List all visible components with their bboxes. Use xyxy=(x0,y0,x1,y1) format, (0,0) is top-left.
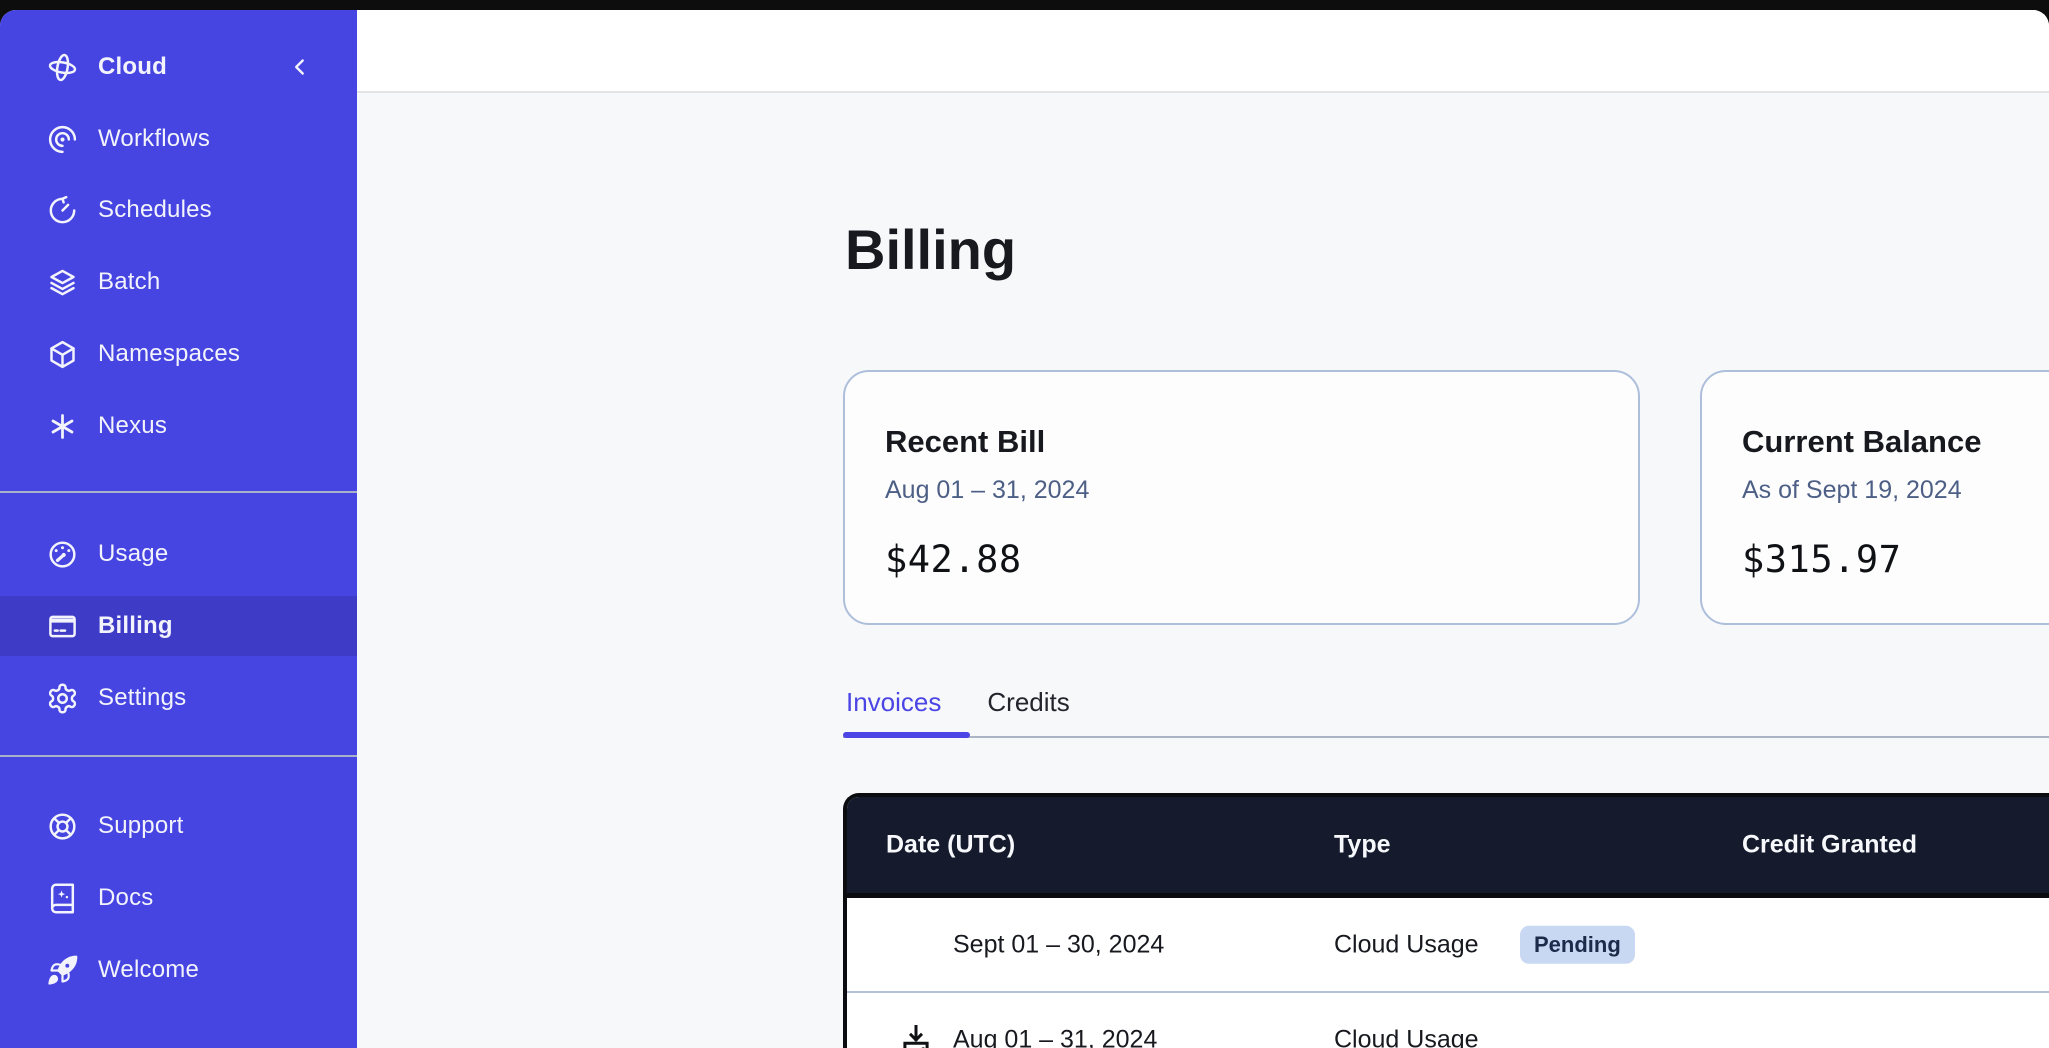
sidebar-item-welcome[interactable]: Welcome xyxy=(0,940,357,1000)
content-area: Billing Recent Bill Aug 01 – 31, 2024 $4… xyxy=(357,10,2049,1048)
book-sparkle-icon xyxy=(46,882,79,915)
layers-icon xyxy=(46,266,79,299)
gear-icon xyxy=(46,682,79,715)
temporal-orbit-icon xyxy=(46,51,79,84)
sidebar-item-label: Usage xyxy=(98,540,168,568)
sidebar-divider xyxy=(0,491,357,493)
column-header-credit: Credit Granted xyxy=(1742,831,1917,860)
invoices-table: Date (UTC) Type Credit Granted Sept 01 –… xyxy=(843,793,2049,1048)
sidebar-item-usage[interactable]: Usage xyxy=(0,524,357,584)
type-cell: Cloud Usage xyxy=(1334,1025,1479,1048)
type-cell: Cloud Usage xyxy=(1334,930,1479,959)
sidebar-item-label: Docs xyxy=(98,884,153,912)
tab-invoices[interactable]: Invoices xyxy=(846,688,941,717)
sidebar-item-label: Billing xyxy=(98,612,173,640)
card-amount: $315.97 xyxy=(1742,538,2049,581)
card-title: Current Balance xyxy=(1742,424,2049,460)
sidebar-item-label: Welcome xyxy=(98,956,199,984)
cube-icon xyxy=(46,338,79,371)
gauge-icon xyxy=(46,538,79,571)
table-header-row: Date (UTC) Type Credit Granted xyxy=(847,797,2049,898)
card-amount: $42.88 xyxy=(885,538,1598,581)
rocket-icon xyxy=(46,954,79,987)
chevron-left-icon xyxy=(287,54,313,80)
sidebar: Cloud Workflows xyxy=(0,10,357,1048)
card-subtitle: Aug 01 – 31, 2024 xyxy=(885,476,1598,505)
main-panel: Billing Recent Bill Aug 01 – 31, 2024 $4… xyxy=(357,93,2049,1048)
sidebar-item-docs[interactable]: Docs xyxy=(0,868,357,928)
recent-bill-card: Recent Bill Aug 01 – 31, 2024 $42.88 xyxy=(843,370,1640,625)
sidebar-item-settings[interactable]: Settings xyxy=(0,668,357,728)
billing-card-icon xyxy=(46,610,79,643)
sidebar-header-cloud[interactable]: Cloud xyxy=(0,37,357,97)
page-title: Billing xyxy=(845,221,1016,280)
sidebar-item-label: Settings xyxy=(98,684,186,712)
asterisk-icon xyxy=(46,410,79,443)
sidebar-collapse-button[interactable] xyxy=(283,50,317,84)
sidebar-item-label: Namespaces xyxy=(98,340,240,368)
workflows-spiral-icon xyxy=(46,123,79,156)
sidebar-item-support[interactable]: Support xyxy=(0,796,357,856)
table-row: Aug 01 – 31, 2024 Cloud Usage xyxy=(847,993,2049,1048)
tab-credits[interactable]: Credits xyxy=(987,688,1069,717)
status-badge: Pending xyxy=(1520,925,1635,963)
tabs-baseline xyxy=(843,736,2049,738)
app-window: Cloud Workflows xyxy=(0,10,2049,1048)
sidebar-item-label: Schedules xyxy=(98,196,212,224)
billing-tabs: Invoices Credits xyxy=(846,688,1070,717)
download-icon xyxy=(898,1022,934,1048)
sidebar-item-workflows[interactable]: Workflows xyxy=(0,109,357,169)
lifebuoy-icon xyxy=(46,810,79,843)
sidebar-divider xyxy=(0,755,357,757)
top-bar xyxy=(357,10,2049,93)
timer-icon xyxy=(46,194,79,227)
sidebar-item-nexus[interactable]: Nexus xyxy=(0,396,357,456)
card-subtitle: As of Sept 19, 2024 xyxy=(1742,476,2049,505)
column-header-date: Date (UTC) xyxy=(886,831,1015,860)
date-cell: Sept 01 – 30, 2024 xyxy=(953,930,1164,959)
sidebar-item-schedules[interactable]: Schedules xyxy=(0,180,357,240)
sidebar-header-label: Cloud xyxy=(98,53,167,81)
sidebar-item-batch[interactable]: Batch xyxy=(0,252,357,312)
column-header-type: Type xyxy=(1334,831,1391,860)
date-cell: Aug 01 – 31, 2024 xyxy=(953,1025,1157,1048)
sidebar-item-label: Nexus xyxy=(98,412,167,440)
active-tab-indicator xyxy=(843,732,970,738)
card-title: Recent Bill xyxy=(885,424,1598,460)
download-invoice-button[interactable] xyxy=(897,1021,935,1048)
current-balance-card: Current Balance As of Sept 19, 2024 $315… xyxy=(1700,370,2049,625)
sidebar-item-label: Batch xyxy=(98,268,160,296)
sidebar-item-billing[interactable]: Billing xyxy=(0,596,357,656)
table-row: Sept 01 – 30, 2024 Cloud Usage Pending xyxy=(847,898,2049,993)
sidebar-item-namespaces[interactable]: Namespaces xyxy=(0,324,357,384)
sidebar-item-label: Support xyxy=(98,812,183,840)
sidebar-item-label: Workflows xyxy=(98,125,210,153)
